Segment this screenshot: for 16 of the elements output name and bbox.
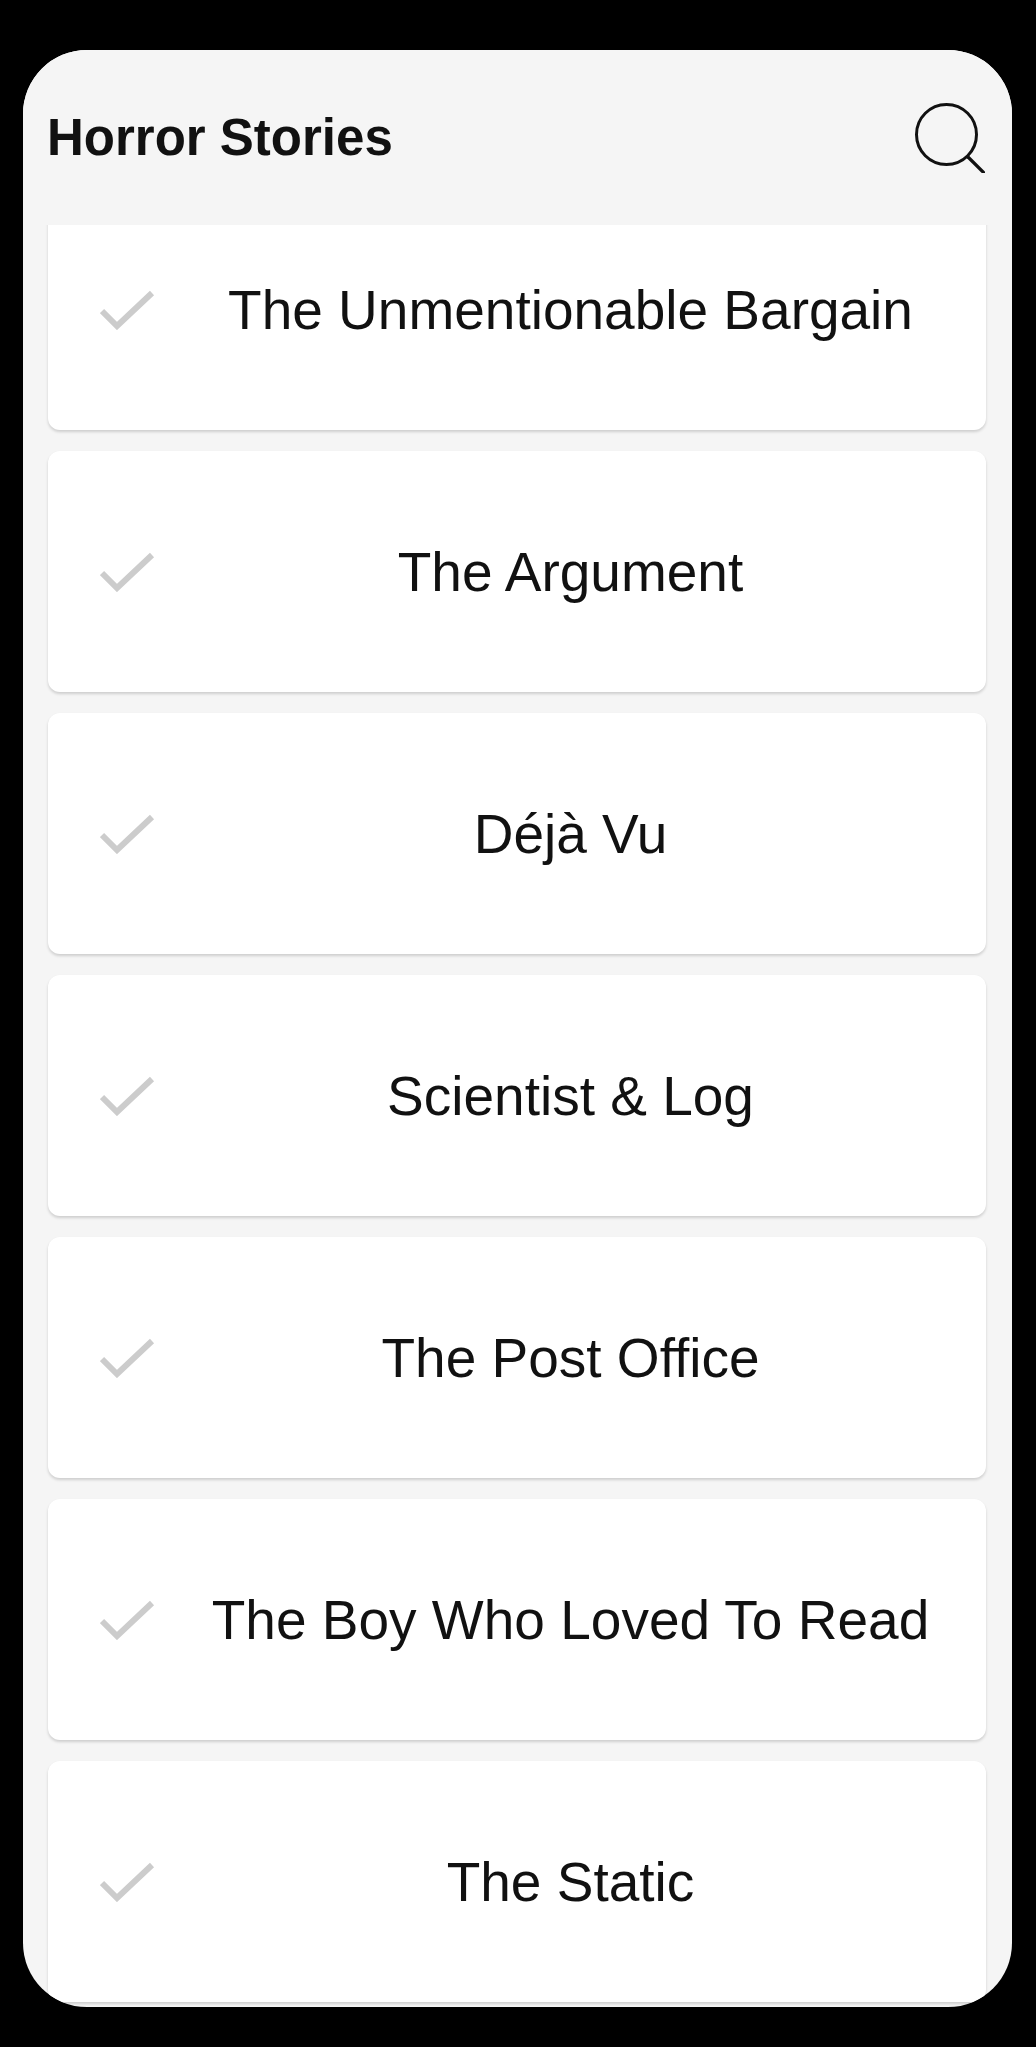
story-title: Scientist & Log bbox=[387, 1064, 754, 1127]
story-title: The Post Office bbox=[381, 1326, 760, 1389]
app-title: Horror Stories bbox=[47, 108, 393, 167]
story-card[interactable]: The Post Office bbox=[48, 1237, 986, 1478]
story-card[interactable]: Déjà Vu bbox=[48, 713, 986, 954]
story-card[interactable]: The Unmentionable Bargain bbox=[48, 225, 986, 430]
search-icon[interactable] bbox=[915, 102, 985, 173]
story-card[interactable]: The Static bbox=[48, 1761, 986, 2002]
story-title: The Static bbox=[446, 1850, 695, 1913]
story-card[interactable]: The Argument bbox=[48, 451, 986, 692]
story-title: The Unmentionable Bargain bbox=[228, 278, 913, 341]
story-title: Déjà Vu bbox=[473, 802, 668, 865]
story-card[interactable]: The Boy Who Loved To Read bbox=[48, 1499, 986, 1740]
story-card[interactable]: Scientist & Log bbox=[48, 975, 986, 1216]
story-title: The Boy Who Loved To Read bbox=[211, 1588, 930, 1651]
story-title: The Argument bbox=[397, 540, 744, 603]
